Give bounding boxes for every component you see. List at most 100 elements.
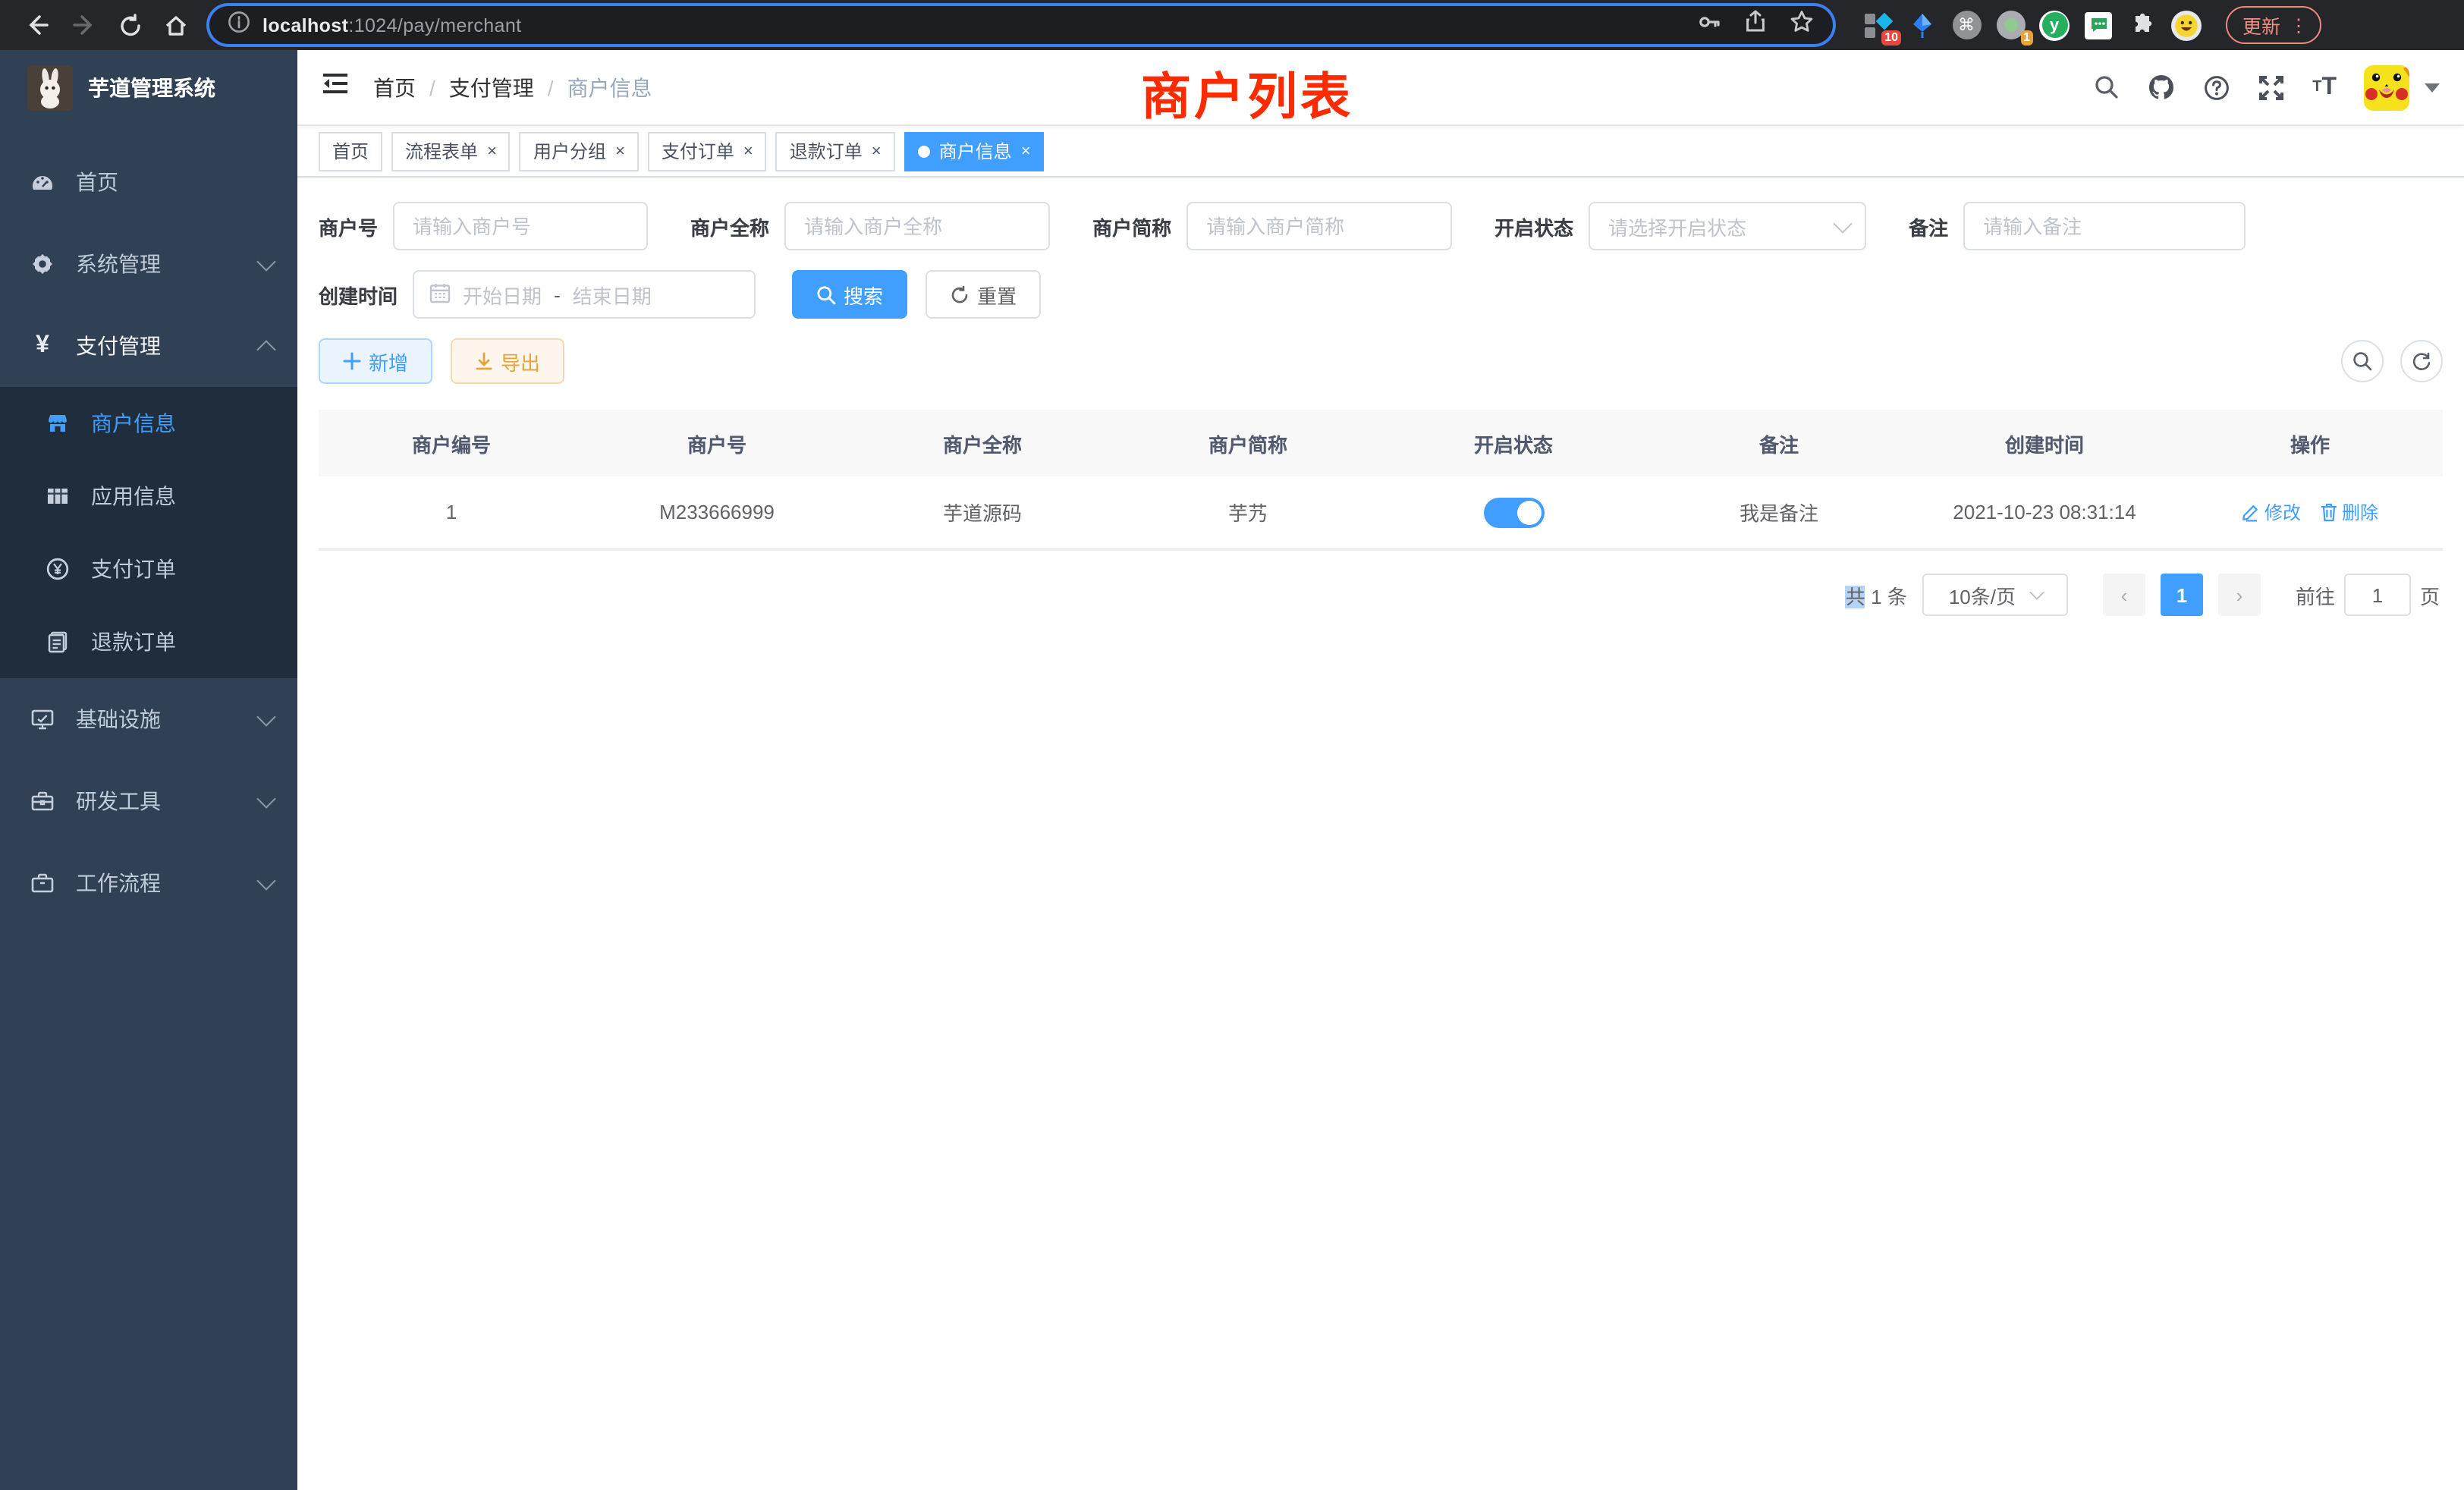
sidebar-item-refund-order[interactable]: 退款订单 [0, 605, 297, 678]
profile-emoji-avatar[interactable] [2171, 10, 2202, 40]
prev-page-button[interactable]: ‹ [2103, 574, 2145, 616]
user-avatar[interactable] [2364, 64, 2409, 110]
font-size-icon[interactable]: TT [2312, 74, 2337, 101]
chevron-up-icon [256, 340, 275, 359]
breadcrumb-home[interactable]: 首页 [373, 72, 416, 102]
table-grid-icon [46, 484, 70, 508]
tab-close-icon[interactable]: × [615, 142, 625, 160]
date-range-picker[interactable]: 开始日期 - 结束日期 [413, 270, 756, 319]
merchant-no-input[interactable] [393, 202, 648, 250]
show-search-toggle-button[interactable] [2341, 340, 2384, 382]
browser-menu-dots-icon[interactable]: ⋮ [2290, 14, 2308, 36]
sidebar-fold-icon[interactable] [322, 71, 349, 103]
extension-badge: 10 [1881, 30, 1901, 45]
sidebar-item-app-info[interactable]: 应用信息 [0, 460, 297, 533]
password-key-icon[interactable] [1696, 8, 1722, 42]
jump-page-input[interactable] [2344, 574, 2411, 616]
sidebar-item-workflow[interactable]: 工作流程 [0, 842, 297, 924]
page-jumper: 前往 页 [2296, 574, 2440, 616]
tags-view-bar: 首页 流程表单× 用户分组× 支付订单× 退款订单× 商户信息× [297, 126, 2464, 178]
toolbox-icon [30, 789, 55, 813]
sidebar-logo[interactable]: 芋道管理系统 [0, 50, 297, 126]
tab-merchant-info[interactable]: 商户信息× [904, 131, 1045, 171]
cell-short-name: 芋艿 [1115, 476, 1381, 548]
extension-command-icon[interactable]: ⌘ [1951, 10, 1982, 40]
tab-process-form[interactable]: 流程表单× [391, 131, 511, 171]
url-text[interactable]: localhost:1024/pay/merchant [262, 14, 1684, 36]
tab-close-icon[interactable]: × [743, 142, 753, 160]
short-name-input[interactable] [1186, 202, 1452, 250]
forward-icon[interactable] [71, 12, 97, 38]
github-icon[interactable] [2147, 73, 2176, 102]
total-prefix: 共 [1846, 585, 1865, 608]
site-info-icon[interactable] [228, 10, 250, 40]
column-header: 商户简称 [1115, 410, 1381, 476]
sidebar-item-system[interactable]: 系统管理 [0, 223, 297, 305]
url-actions [1696, 8, 1815, 42]
end-date-placeholder[interactable]: 结束日期 [573, 280, 652, 309]
tab-refund-order[interactable]: 退款订单× [776, 131, 895, 171]
extension-grid-icon[interactable]: 10 [1863, 10, 1894, 40]
sidebar-item-pay[interactable]: ¥ 支付管理 [0, 305, 297, 387]
remark-input[interactable] [1963, 202, 2246, 250]
search-button[interactable]: 搜索 [792, 270, 907, 319]
page-content: 商户号 商户全称 商户简称 开启状态 请选择开启状态 [297, 178, 2464, 1490]
edit-link[interactable]: 修改 [2242, 499, 2301, 525]
sidebar-item-home[interactable]: 首页 [0, 141, 297, 223]
breadcrumb-separator: / [548, 75, 554, 99]
sidebar-item-pay-order[interactable]: 支付订单 [0, 533, 297, 605]
tab-home[interactable]: 首页 [319, 131, 382, 171]
add-button[interactable]: 新增 [319, 338, 432, 384]
extension-yudao-icon[interactable]: y [2039, 10, 2070, 40]
app-title: 芋道管理系统 [88, 73, 215, 103]
filter-label: 创建时间 [319, 280, 398, 309]
tab-pay-order[interactable]: 支付订单× [648, 131, 767, 171]
sidebar-item-infra[interactable]: 基础设施 [0, 678, 297, 760]
page-1-button[interactable]: 1 [2161, 574, 2203, 616]
tab-user-group[interactable]: 用户分组× [520, 131, 639, 171]
add-button-label: 新增 [369, 347, 408, 376]
cell-full-name: 芋道源码 [850, 476, 1115, 548]
delete-link[interactable]: 删除 [2319, 499, 2378, 525]
extensions-puzzle-icon[interactable] [2127, 10, 2158, 40]
shop-icon [46, 411, 70, 435]
tab-close-icon[interactable]: × [1021, 142, 1031, 160]
share-icon[interactable] [1743, 9, 1768, 41]
full-name-input[interactable] [784, 202, 1050, 250]
delete-link-label: 删除 [2342, 499, 2378, 525]
main-area: 首页 / 支付管理 / 商户信息 商户列表 TT [297, 50, 2464, 1490]
refresh-icon[interactable] [118, 13, 143, 37]
reset-button[interactable]: 重置 [926, 270, 1041, 319]
home-icon[interactable] [164, 13, 188, 37]
browser-update-button[interactable]: 更新 ⋮ [2226, 6, 2321, 44]
column-header: 创建时间 [1912, 410, 2177, 476]
browser-chrome-bar: localhost:1024/pay/merchant 10 ⌘ 1 y [0, 0, 2464, 50]
help-icon[interactable] [2203, 74, 2230, 101]
chevron-down-icon [256, 251, 275, 270]
sidebar-item-devtools[interactable]: 研发工具 [0, 760, 297, 842]
breadcrumb-separator: / [429, 75, 435, 99]
start-date-placeholder[interactable]: 开始日期 [463, 280, 542, 309]
sidebar-item-merchant-info[interactable]: 商户信息 [0, 387, 297, 460]
refresh-table-button[interactable] [2400, 340, 2443, 382]
bookmark-star-icon[interactable] [1789, 8, 1815, 42]
search-icon[interactable] [2094, 74, 2120, 100]
back-icon[interactable] [24, 12, 50, 38]
status-toggle[interactable] [1483, 497, 1544, 527]
rabbit-logo-image [27, 65, 73, 111]
extension-chat-icon[interactable] [2083, 10, 2114, 40]
export-button[interactable]: 导出 [451, 338, 564, 384]
avatar-caret-icon[interactable] [2425, 83, 2440, 92]
tab-close-icon[interactable]: × [872, 142, 882, 160]
next-page-button[interactable]: › [2218, 574, 2261, 616]
extension-kite-icon[interactable] [1907, 10, 1938, 40]
cell-merchant-id: 1 [319, 476, 584, 548]
tab-close-icon[interactable]: × [487, 142, 497, 160]
breadcrumb-pay[interactable]: 支付管理 [449, 72, 534, 102]
extension-profile-icon[interactable]: 1 [1995, 10, 2026, 40]
page-size-select[interactable]: 10条/页 [1922, 574, 2068, 616]
fullscreen-icon[interactable] [2258, 74, 2285, 101]
url-bar[interactable]: localhost:1024/pay/merchant [209, 6, 1833, 44]
status-select[interactable]: 请选择开启状态 [1589, 202, 1866, 250]
filter-status: 开启状态 请选择开启状态 [1494, 202, 1866, 250]
